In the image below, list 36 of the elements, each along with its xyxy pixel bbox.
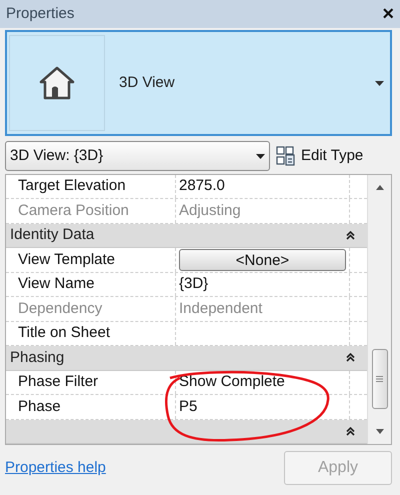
section-header[interactable]: Identity Data (6, 224, 368, 248)
properties-help-link[interactable]: Properties help (5, 456, 106, 480)
instance-dropdown[interactable]: 3D View: {3D} (5, 141, 270, 171)
collapse-icon[interactable] (346, 231, 356, 240)
property-label: View Template (18, 250, 116, 270)
scrollbar[interactable] (367, 175, 391, 444)
edit-type-icon (276, 146, 296, 166)
view-template-button[interactable]: <None> (179, 249, 346, 272)
property-label: Title on Sheet (18, 323, 110, 344)
scroll-thumb[interactable] (372, 349, 388, 409)
scroll-down-icon[interactable] (376, 429, 384, 434)
section-title: Identity Data (10, 225, 94, 246)
property-label: Target Elevation (18, 176, 126, 196)
property-value[interactable]: {3D} (179, 273, 208, 296)
close-button[interactable]: × (382, 4, 394, 24)
grip-icon (376, 376, 384, 382)
collapse-icon[interactable] (346, 353, 356, 362)
section-title: Phasing (10, 348, 64, 368)
window-title: Properties (6, 4, 74, 24)
house-icon (37, 64, 77, 102)
section-header[interactable]: Phasing (6, 346, 368, 371)
dropdown-arrow-icon (375, 80, 384, 86)
property-value[interactable]: 2875.0 (179, 175, 225, 198)
type-selector[interactable]: 3D View (5, 30, 392, 136)
collapse-icon[interactable] (346, 426, 356, 436)
type-name: 3D View (119, 72, 176, 93)
property-label: View Name (18, 274, 94, 294)
scroll-up-icon[interactable] (376, 185, 384, 190)
property-label: Dependency (18, 298, 102, 319)
property-label: Camera Position (18, 200, 129, 221)
dropdown-arrow-icon (256, 154, 265, 158)
edit-type-button[interactable]: Edit Type (276, 144, 364, 168)
property-label: Phase Filter (18, 372, 98, 392)
property-label: Phase (18, 396, 61, 417)
property-value[interactable]: Show Complete (179, 371, 285, 394)
property-value[interactable]: P5 (179, 396, 198, 418)
